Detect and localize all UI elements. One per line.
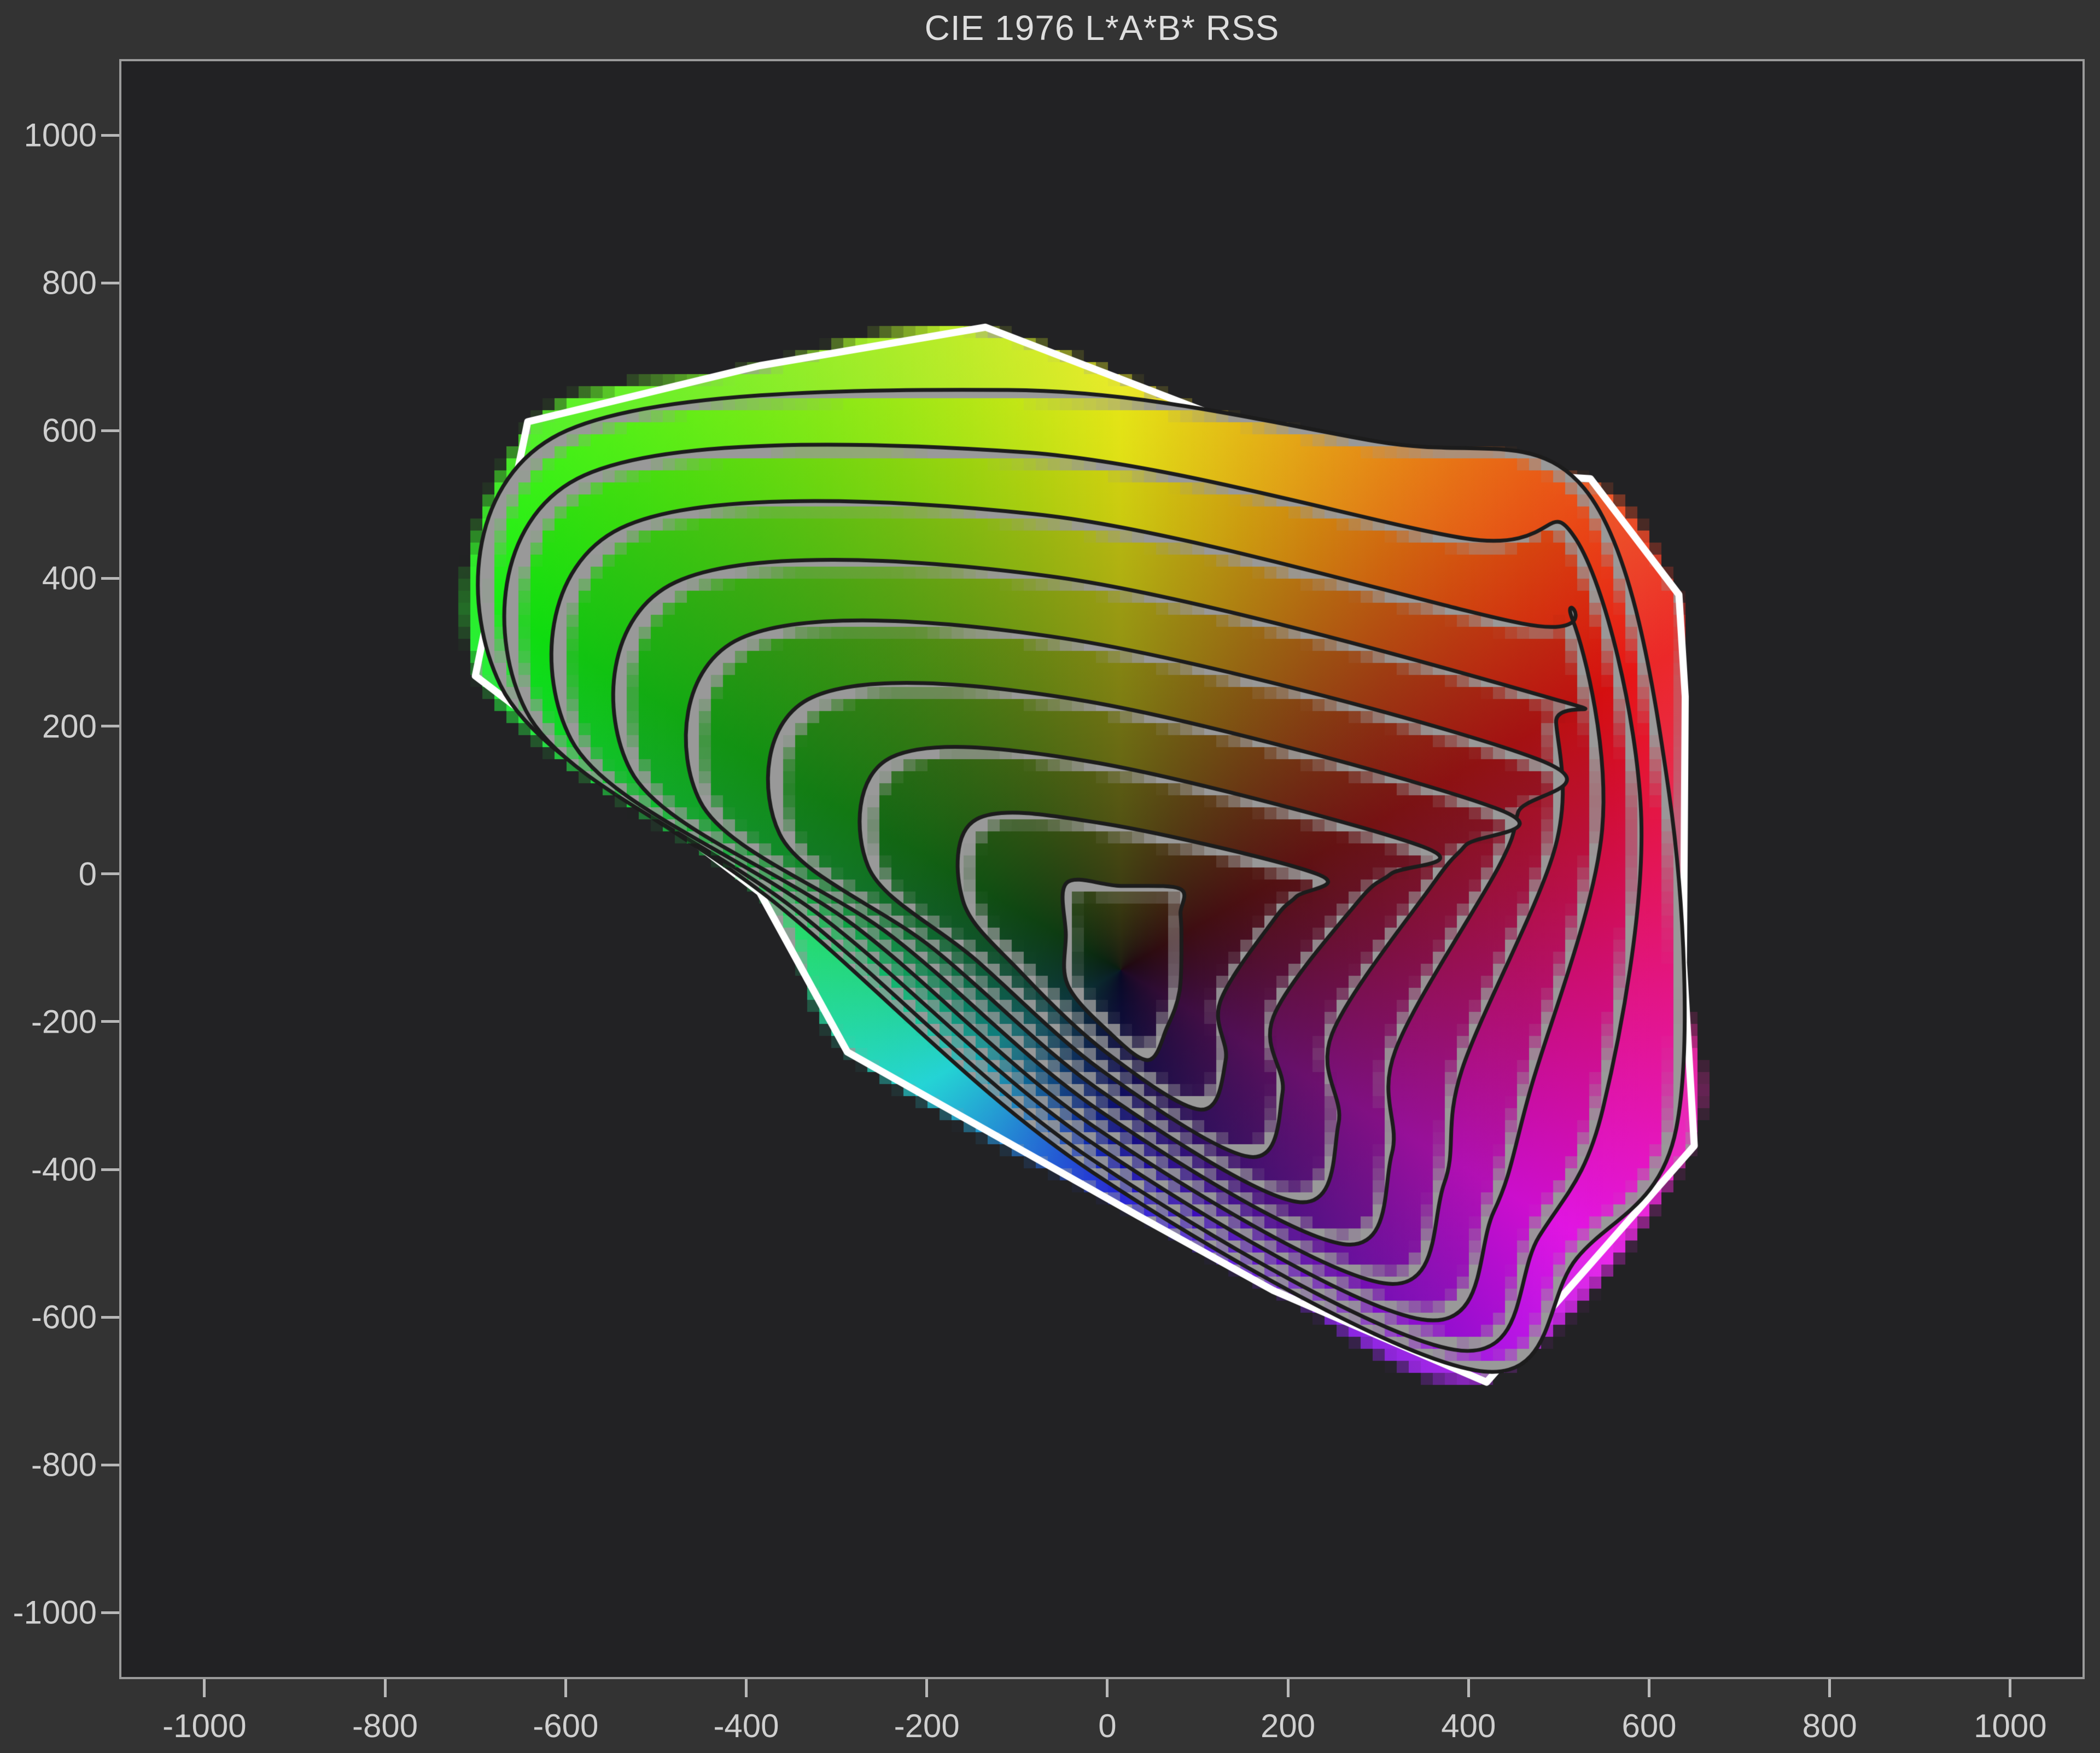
y-tick-label: -400: [31, 1151, 97, 1188]
y-tick-label: -800: [31, 1446, 97, 1483]
y-tick-mark: [101, 429, 119, 432]
x-tick-label: 200: [1261, 1708, 1316, 1744]
plot-area: [119, 59, 2085, 1679]
y-tick-label: 400: [42, 560, 97, 597]
x-tick-label: -600: [533, 1708, 599, 1744]
y-tick-label: 600: [42, 412, 97, 449]
y-tick-label: 0: [78, 855, 97, 893]
y-tick-mark: [101, 281, 119, 284]
y-tick-mark: [101, 1463, 119, 1466]
y-tick-mark: [101, 1611, 119, 1614]
x-tick-mark: [1467, 1679, 1470, 1697]
x-tick-mark: [1828, 1679, 1831, 1697]
y-tick-mark: [101, 1020, 119, 1023]
x-tick-label: -200: [894, 1708, 960, 1744]
x-tick-mark: [1648, 1679, 1650, 1697]
y-tick-label: -1000: [13, 1594, 97, 1631]
x-tick-label: -400: [713, 1708, 779, 1744]
y-tick-mark: [101, 1315, 119, 1319]
chart-title: CIE 1976 L*A*B* RSS: [924, 8, 1280, 48]
y-tick-label: 800: [42, 264, 97, 301]
x-tick-mark: [2009, 1679, 2012, 1697]
gamut-canvas: [121, 61, 2082, 1677]
app-window: CIE 1976 L*A*B* RSS 1000 800 600 400 200 0 -20…: [0, 0, 2100, 1753]
x-tick-mark: [203, 1679, 206, 1697]
x-tick-label: 1000: [1974, 1708, 2047, 1744]
y-tick-label: 200: [42, 708, 97, 745]
y-tick-mark: [101, 725, 119, 728]
y-tick-label: -200: [31, 1003, 97, 1040]
x-tick-mark: [564, 1679, 567, 1697]
x-tick-label: 800: [1802, 1708, 1857, 1744]
y-tick-mark: [101, 133, 119, 137]
x-tick-label: 400: [1441, 1708, 1496, 1744]
y-tick-label: 1000: [24, 117, 97, 154]
x-tick-mark: [745, 1679, 748, 1697]
x-tick-label: -1000: [162, 1708, 247, 1744]
y-tick-mark: [101, 1168, 119, 1171]
x-tick-mark: [1286, 1679, 1290, 1697]
x-tick-label: -800: [352, 1708, 418, 1744]
x-tick-mark: [1106, 1679, 1109, 1697]
x-tick-mark: [383, 1679, 387, 1697]
x-tick-label: 0: [1098, 1708, 1117, 1744]
y-tick-mark: [101, 872, 119, 876]
x-tick-mark: [925, 1679, 929, 1697]
y-tick-label: -600: [31, 1298, 97, 1336]
x-tick-label: 600: [1621, 1708, 1677, 1744]
y-tick-mark: [101, 576, 119, 580]
